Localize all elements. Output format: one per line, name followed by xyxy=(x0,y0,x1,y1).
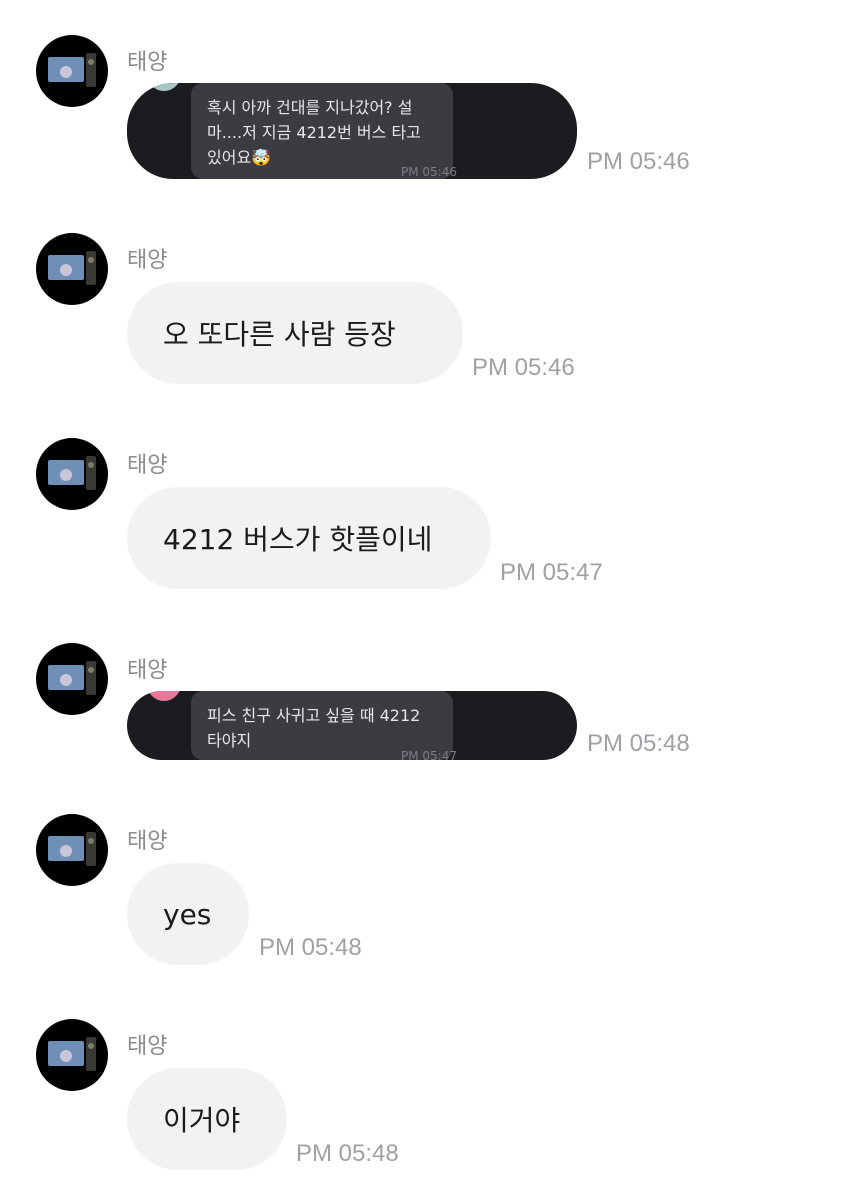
message-time: PM 05:46 xyxy=(587,148,690,175)
message-time: PM 05:48 xyxy=(587,730,690,757)
message-bubble[interactable]: 4212 버스가 핫플이네 xyxy=(127,487,491,589)
message-time: PM 05:48 xyxy=(296,1140,399,1167)
avatar[interactable] xyxy=(36,438,108,510)
image-time: PM 05:47 xyxy=(401,749,457,760)
sender-name: 태양 xyxy=(127,829,168,854)
image-time: PM 05:46 xyxy=(401,165,457,179)
avatar[interactable] xyxy=(36,1019,108,1091)
sender-name: 태양 xyxy=(127,248,168,273)
sender-name: 태양 xyxy=(127,50,168,75)
message-bubble[interactable]: 이거야 xyxy=(127,1068,287,1170)
avatar[interactable] xyxy=(36,814,108,886)
avatar[interactable] xyxy=(36,643,108,715)
avatar[interactable] xyxy=(36,35,108,107)
message-bubble[interactable]: 오 또다른 사람 등장 xyxy=(127,282,463,384)
sender-name: 태양 xyxy=(127,453,168,478)
image-text: 혹시 아까 건대를 지나갔어? 설 마....저 지금 4212번 버스 타고 … xyxy=(207,98,421,167)
message-time: PM 05:47 xyxy=(500,559,603,586)
peek-avatar xyxy=(147,83,181,91)
image-text: 피스 친구 사귀고 싶을 때 4212 타야지 xyxy=(207,706,421,750)
image-attachment[interactable]: 피스 친구 사귀고 싶을 때 4212 타야지 PM 05:47 xyxy=(127,691,577,760)
peek-avatar xyxy=(147,691,181,701)
sender-name: 태양 xyxy=(127,1034,168,1059)
message-bubble[interactable]: yes xyxy=(127,863,249,965)
sender-name: 태양 xyxy=(127,658,168,683)
avatar[interactable] xyxy=(36,233,108,305)
image-attachment[interactable]: 혹시 아까 건대를 지나갔어? 설 마....저 지금 4212번 버스 타고 … xyxy=(127,83,577,179)
message-time: PM 05:48 xyxy=(259,934,362,961)
message-time: PM 05:46 xyxy=(472,354,575,381)
